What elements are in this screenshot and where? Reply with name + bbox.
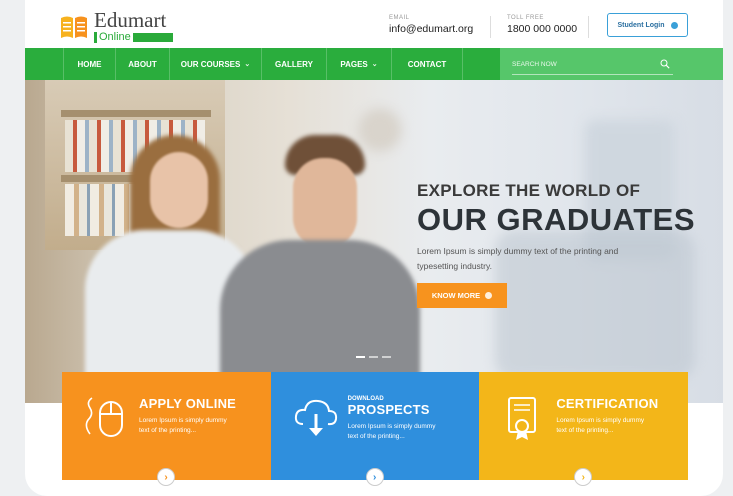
nav-label: PAGES [340,59,368,69]
nav-label: CONTACT [407,59,447,69]
feature-description: Lorem Ipsum is simply dummy text of the … [556,417,645,434]
logo[interactable]: Edumart Online [60,10,173,43]
feature-boxes: APPLY ONLINE Lorem Ipsum is simply dummy… [62,372,689,486]
site-header: Edumart Online EMAIL info@edumart.org TO… [25,0,723,48]
man-face-image [293,158,357,248]
clock-image [360,110,400,150]
know-more-button[interactable]: KNOW MORE [417,283,507,308]
email-label: EMAIL [389,15,410,21]
nav-label: GALLERY [275,59,313,69]
search-underline [512,74,673,75]
nav-home[interactable]: HOME [63,48,116,80]
nav-contact[interactable]: CONTACT [392,48,463,80]
search-box [500,48,723,80]
nav-label: ABOUT [128,59,157,69]
know-more-label: KNOW MORE [431,291,481,300]
phone-number[interactable]: 1800 000 0000 [507,23,577,35]
nav-gallery[interactable]: GALLERY [262,48,327,80]
feature-apply-online[interactable]: APPLY ONLINE Lorem Ipsum is simply dummy… [62,372,271,486]
slider-dots [356,356,391,358]
feature-description: Lorem Ipsum is simply dummy text of the … [139,417,227,434]
divider [588,16,589,38]
email-info: EMAIL info@edumart.org [389,15,473,35]
woman-face-image [150,152,208,228]
arrow-circle-icon [670,21,678,29]
slider-dot[interactable] [356,356,365,358]
logo-bar [132,33,173,42]
chevron-right-icon[interactable]: › [574,468,593,486]
hero-banner: EXPLORE THE WORLD OF OUR GRADUATES Lorem… [25,80,723,403]
hero-text: EXPLORE THE WORLD OF OUR GRADUATES Lorem… [417,181,696,308]
nav-our-courses[interactable]: OUR COURSES ⌄ [170,48,262,80]
shelf-board [61,110,211,117]
phone-info: TOLL FREE 1800 000 0000 [507,15,577,35]
feature-title: APPLY ONLINE [139,396,237,411]
hero-subtitle: EXPLORE THE WORLD OF [417,181,641,200]
feature-title: PROSPECTS [347,402,430,417]
chevron-down-icon: ⌄ [371,61,378,68]
hero-title: OUR GRADUATES [417,202,696,237]
student-login-button[interactable]: Student Login [607,13,688,37]
nav-about[interactable]: ABOUT [116,48,170,80]
phone-label: TOLL FREE [507,15,544,21]
arrow-circle-icon [485,292,493,299]
chevron-right-icon[interactable]: › [365,468,384,486]
logo-title: Edumart [94,8,167,32]
divider [490,16,491,38]
page: Edumart Online EMAIL info@edumart.org TO… [25,0,723,496]
chevron-down-icon: ⌄ [244,61,251,68]
chevron-right-icon[interactable]: › [157,468,175,486]
mouse-icon [85,397,123,437]
search-input[interactable] [512,56,672,72]
feature-download-prospects[interactable]: DOWNLOAD PROSPECTS Lorem Ipsum is simply… [270,372,480,486]
slider-dot[interactable] [369,356,378,358]
nav-pages[interactable]: PAGES ⌄ [327,48,392,80]
main-nav: HOME ABOUT OUR COURSES ⌄ GALLERY PAGES ⌄… [25,48,723,80]
hero-description: Lorem Ipsum is simply dummy text of the … [417,246,619,271]
book-icon [61,16,87,38]
certificate-icon [508,397,537,440]
feature-certification[interactable]: CERTIFICATION Lorem Ipsum is simply dumm… [479,372,689,486]
nav-label: HOME [77,59,102,69]
feature-title: CERTIFICATION [556,396,659,411]
email-link[interactable]: info@edumart.org [389,23,473,35]
slider-dot[interactable] [382,356,391,358]
search-icon[interactable] [660,59,670,69]
feature-description: Lorem Ipsum is simply dummy text of the … [347,423,436,440]
logo-subtitle: Online [94,32,131,43]
nav-label: OUR COURSES [180,59,241,69]
student-login-label: Student Login [617,21,665,29]
cloud-download-icon [294,399,337,436]
